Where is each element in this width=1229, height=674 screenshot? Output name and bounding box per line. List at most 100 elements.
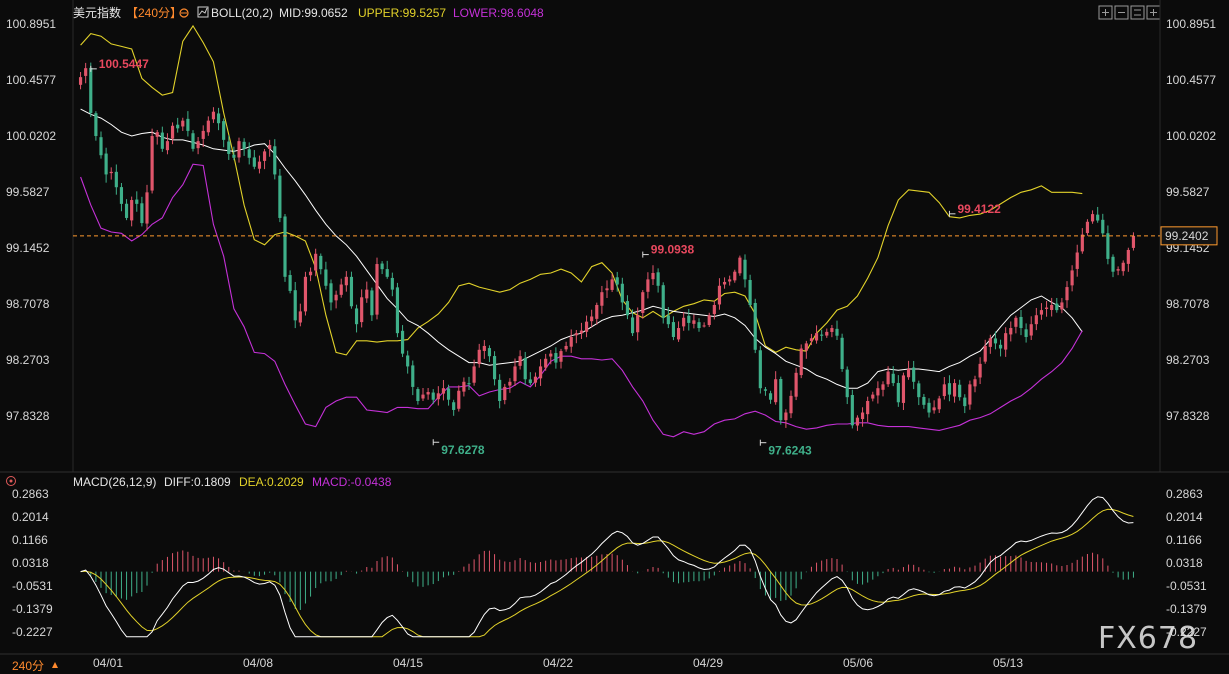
period-label[interactable]: 【240分】 bbox=[126, 6, 182, 20]
macd-tick-left: 0.0318 bbox=[12, 556, 49, 570]
candle-body bbox=[958, 384, 962, 398]
candle-body bbox=[227, 141, 231, 154]
candle bbox=[513, 358, 517, 387]
candle bbox=[155, 129, 159, 145]
candle-body bbox=[232, 154, 236, 158]
candle-body bbox=[630, 317, 635, 334]
candle bbox=[753, 298, 757, 354]
candle-body bbox=[262, 151, 267, 161]
candle bbox=[850, 389, 854, 429]
minus-icon[interactable] bbox=[1114, 5, 1129, 20]
candle bbox=[216, 107, 221, 131]
candle-body bbox=[298, 311, 302, 323]
settings-icon[interactable] bbox=[179, 8, 189, 18]
candle-body bbox=[181, 120, 185, 127]
candle bbox=[978, 357, 982, 385]
candle bbox=[625, 295, 630, 320]
candle-body bbox=[978, 363, 982, 378]
candle-body bbox=[416, 389, 420, 401]
candle bbox=[1024, 323, 1028, 343]
candle-body bbox=[354, 308, 359, 325]
candle-body bbox=[605, 288, 609, 291]
candle bbox=[308, 267, 313, 282]
candle-body bbox=[94, 113, 98, 137]
candle bbox=[702, 322, 706, 328]
candle bbox=[293, 281, 297, 329]
candle bbox=[866, 396, 870, 423]
price-tick-left: 100.0202 bbox=[6, 129, 56, 143]
extreme-marker-high: 99.0938 bbox=[642, 243, 694, 258]
candle bbox=[952, 379, 957, 403]
candle-body bbox=[242, 141, 246, 149]
candle-body bbox=[559, 351, 563, 362]
candle-body bbox=[339, 284, 343, 295]
candle bbox=[1116, 266, 1120, 276]
candle-body bbox=[1090, 214, 1095, 222]
candle-body bbox=[840, 337, 844, 369]
bollinger-bands bbox=[80, 24, 1083, 438]
candle-body bbox=[774, 379, 778, 403]
candle-body bbox=[104, 153, 108, 175]
candle bbox=[595, 302, 599, 325]
layout-icon[interactable] bbox=[1146, 5, 1161, 20]
candle-body bbox=[411, 365, 415, 387]
candle bbox=[196, 137, 200, 155]
kline-chart[interactable]: 美元指数 【240分】 BOLL(20,2) MID:99.0652 UPPER… bbox=[0, 0, 1229, 674]
macd-histogram bbox=[85, 550, 1134, 610]
caret-up-icon[interactable] bbox=[52, 662, 58, 668]
macd-tick-right: -0.1379 bbox=[1166, 602, 1207, 616]
candle bbox=[1111, 254, 1115, 278]
candle bbox=[830, 324, 834, 338]
candle bbox=[1075, 244, 1079, 277]
candle-body bbox=[952, 383, 957, 397]
candle-body bbox=[692, 320, 696, 324]
candle bbox=[242, 138, 246, 156]
candle bbox=[564, 341, 568, 352]
candle bbox=[406, 350, 410, 374]
candle-body bbox=[549, 353, 553, 357]
candle bbox=[855, 415, 860, 431]
candle-body bbox=[646, 279, 650, 292]
candle-body bbox=[600, 292, 604, 306]
candle-body bbox=[886, 371, 890, 385]
macd-menu-icon[interactable] bbox=[6, 476, 16, 486]
candle-body bbox=[1080, 234, 1084, 252]
candle bbox=[641, 290, 645, 319]
candle-body bbox=[380, 263, 384, 270]
candle-body bbox=[375, 264, 379, 315]
candle-body bbox=[728, 279, 732, 282]
candle bbox=[636, 307, 640, 341]
crosshair-icon[interactable] bbox=[1130, 5, 1145, 20]
candle bbox=[109, 167, 113, 180]
period-button-label[interactable]: 240分 bbox=[12, 659, 44, 673]
candle bbox=[927, 398, 931, 418]
candle-body bbox=[651, 272, 655, 280]
candle bbox=[390, 272, 394, 297]
candle bbox=[114, 164, 118, 195]
candle bbox=[411, 360, 415, 396]
indicator-icon[interactable] bbox=[197, 6, 209, 18]
candle-body bbox=[855, 417, 860, 426]
plus-icon[interactable] bbox=[1098, 5, 1113, 20]
candle-body bbox=[763, 389, 768, 391]
price-tick-right: 98.2703 bbox=[1166, 353, 1210, 367]
macd-tick-left: 0.2863 bbox=[12, 487, 49, 501]
candle-body bbox=[206, 120, 210, 133]
candle-body bbox=[247, 149, 251, 158]
boll-upper-line bbox=[80, 24, 1083, 356]
candle bbox=[743, 254, 747, 288]
candle bbox=[671, 316, 676, 341]
macd-tick-right: 0.2014 bbox=[1166, 510, 1203, 524]
candle bbox=[160, 126, 164, 152]
candle bbox=[140, 196, 144, 227]
candle bbox=[584, 315, 589, 338]
period-selector[interactable]: 240分 bbox=[12, 659, 58, 673]
price-tick-right: 99.5827 bbox=[1166, 185, 1210, 199]
time-tick-label: 04/15 bbox=[393, 656, 423, 670]
candle-body bbox=[84, 68, 88, 76]
candle-body bbox=[671, 322, 676, 337]
candle-body bbox=[99, 137, 103, 156]
candle-body bbox=[830, 328, 834, 332]
candle-body bbox=[319, 255, 323, 270]
candle bbox=[319, 253, 323, 275]
